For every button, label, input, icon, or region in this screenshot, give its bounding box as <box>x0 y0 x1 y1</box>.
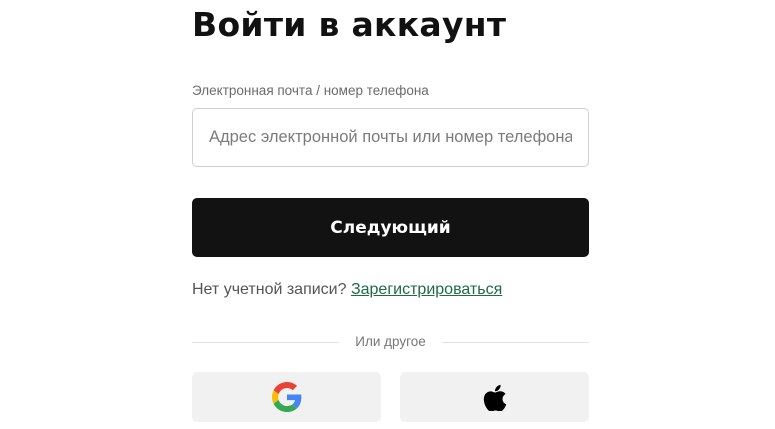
alternative-login-divider: Или другое <box>192 332 589 352</box>
signup-prompt: Нет учетной записи? Зарегистрироваться <box>192 280 502 300</box>
page-title: Войти в аккаунт <box>192 5 507 44</box>
divider-line-right <box>442 342 589 343</box>
google-login-button[interactable] <box>192 372 381 422</box>
google-icon <box>271 382 302 412</box>
email-phone-field[interactable] <box>192 108 589 167</box>
next-button[interactable]: Следующий <box>192 198 589 257</box>
email-phone-input[interactable] <box>193 109 588 166</box>
signup-link[interactable]: Зарегистрироваться <box>351 281 502 298</box>
email-field-label: Электронная почта / номер телефона <box>192 83 429 98</box>
apple-login-button[interactable] <box>400 372 589 422</box>
apple-icon <box>483 383 507 411</box>
signup-prompt-text: Нет учетной записи? <box>192 281 347 298</box>
